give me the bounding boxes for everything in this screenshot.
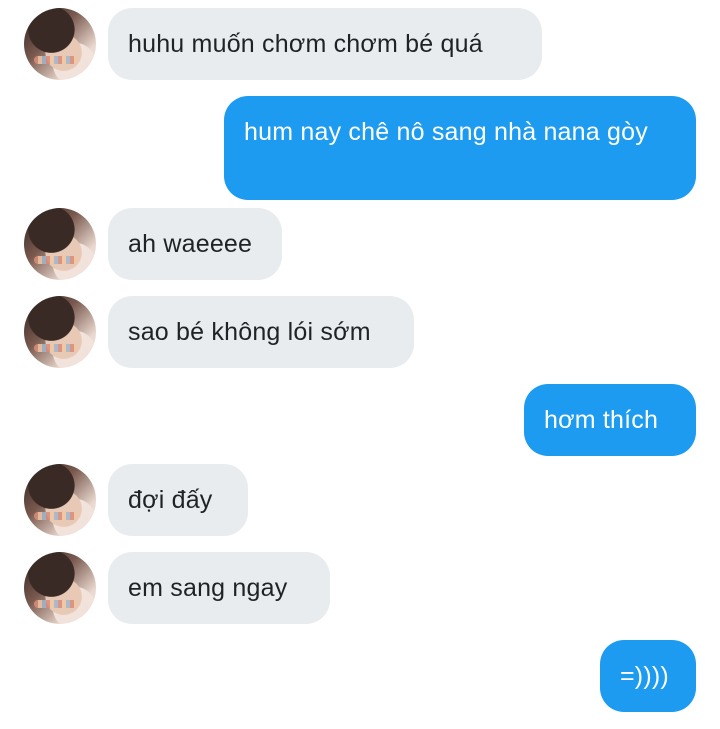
outgoing-message-bubble[interactable]: hum nay chê nô sang nhà nana gòy <box>224 96 696 200</box>
message-row: hơm thích <box>0 384 720 456</box>
incoming-message-bubble[interactable]: ah waeeee <box>108 208 282 280</box>
message-text: em sang ngay <box>128 574 288 602</box>
message-text: huhu muốn chơm chơm bé quá <box>128 30 483 58</box>
message-text: sao bé không lói sớm <box>128 318 371 346</box>
message-row: huhu muốn chơm chơm bé quá <box>0 8 720 80</box>
message-text: ah waeeee <box>128 230 253 258</box>
message-row: hum nay chê nô sang nhà nana gòy <box>0 96 720 200</box>
message-text: hum nay chê nô sang nhà nana gòy <box>244 118 648 146</box>
message-row: ah waeeee <box>0 208 720 280</box>
avatar[interactable] <box>24 552 96 624</box>
incoming-message-bubble[interactable]: đợi đấy <box>108 464 248 536</box>
avatar[interactable] <box>24 8 96 80</box>
message-text: hơm thích <box>544 406 659 434</box>
incoming-message-bubble[interactable]: huhu muốn chơm chơm bé quá <box>108 8 542 80</box>
avatar[interactable] <box>24 296 96 368</box>
message-row: sao bé không lói sớm <box>0 296 720 368</box>
outgoing-message-bubble[interactable]: =)))) <box>600 640 696 712</box>
outgoing-message-bubble[interactable]: hơm thích <box>524 384 696 456</box>
message-row: đợi đấy <box>0 464 720 536</box>
message-row: =)))) <box>0 640 720 712</box>
avatar[interactable] <box>24 464 96 536</box>
incoming-message-bubble[interactable]: sao bé không lói sớm <box>108 296 414 368</box>
message-text: =)))) <box>620 662 669 690</box>
message-text: đợi đấy <box>128 486 213 514</box>
message-row: em sang ngay <box>0 552 720 624</box>
avatar[interactable] <box>24 208 96 280</box>
incoming-message-bubble[interactable]: em sang ngay <box>108 552 330 624</box>
